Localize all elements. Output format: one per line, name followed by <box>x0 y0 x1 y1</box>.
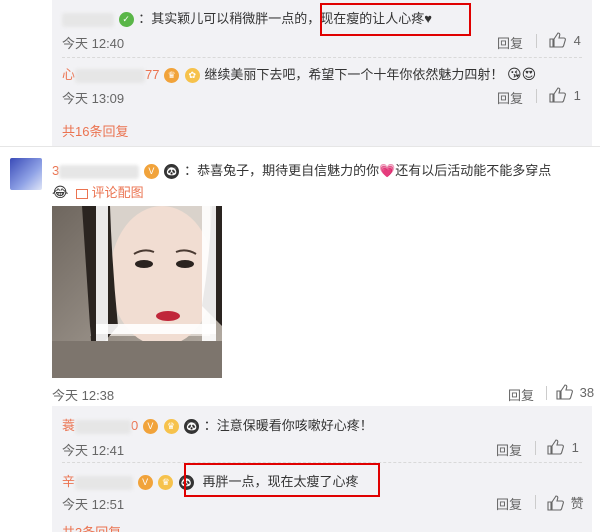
comment-line-2: 😂 评论配图 <box>52 182 144 201</box>
emoji-icon: 😘😍 <box>507 66 537 82</box>
portrait-photo <box>52 206 222 378</box>
more-replies-link[interactable]: 共16条回复 <box>62 121 128 140</box>
action-divider <box>536 89 537 103</box>
username-blur <box>62 12 114 27</box>
thread2-reply-1-like-count: 1 <box>571 440 579 455</box>
comment-image-link[interactable]: 评论配图 <box>92 185 144 200</box>
thread2-reply-1-reply-button[interactable]: 回复 <box>496 440 522 459</box>
reply-divider <box>62 57 582 58</box>
laugh-emoji-icon: 😂 <box>52 184 69 200</box>
reply-2-like-button[interactable]: 1 <box>549 87 581 103</box>
vip-badge-icon: V <box>143 164 159 180</box>
username-blur <box>75 419 132 434</box>
reply-1-like-button[interactable]: 4 <box>549 32 581 48</box>
username-blur <box>75 475 134 490</box>
comment-reply-button[interactable]: 回复 <box>508 385 534 404</box>
thumbs-up-icon <box>547 495 564 511</box>
reply-2-text-row: 心 77 ♛ ✿ 继续美丽下去吧，希望下一个十年你依然魅力四射！ 😘😍 <box>62 64 537 84</box>
thumbs-up-icon <box>549 87 566 103</box>
action-divider <box>535 441 536 455</box>
commenter-username[interactable]: 3 <box>52 163 140 179</box>
verified-icon: ✓ <box>118 12 134 28</box>
thumbs-up-icon <box>549 32 566 48</box>
comment-text-row: 3 V 🐼 ：恭喜兔子，期待更自信魅力的你💗还有以后活动能不能多穿点 <box>52 160 552 180</box>
comment-separator <box>0 146 600 147</box>
reply-1-reply-button[interactable]: 回复 <box>497 33 523 52</box>
thread2-reply-2-like-button[interactable]: 赞 <box>547 493 584 512</box>
comment-image[interactable] <box>52 206 222 378</box>
reply-2-reply-button[interactable]: 回复 <box>497 88 523 107</box>
reply-1-like-count: 4 <box>573 33 581 48</box>
vip-badge-icon: ♛ <box>164 68 180 84</box>
reply-2-text: 继续美丽下去吧，希望下一个十年你依然魅力四射！ <box>204 67 504 82</box>
fan-badge-icon: ♛ <box>158 475 174 491</box>
commenter-avatar[interactable] <box>10 158 42 190</box>
username-blur <box>59 164 140 179</box>
thumbs-up-icon <box>556 384 573 400</box>
vip-badge-icon: V <box>142 419 158 435</box>
reply-2-time: 今天 13:09 <box>62 91 125 106</box>
thread2-reply-1-time: 今天 12:41 <box>62 443 125 458</box>
image-icon <box>75 188 88 199</box>
fan-badge-icon: ♛ <box>163 419 179 435</box>
fan-badge-icon: ✿ <box>184 68 200 84</box>
action-divider <box>535 495 536 509</box>
action-divider <box>546 386 547 400</box>
comment-text: ：恭喜兔子，期待更自信魅力的你💗还有以后活动能不能多穿点 <box>184 163 552 178</box>
vip-badge-icon: V <box>137 475 153 491</box>
thread2-reply-2-username[interactable]: 辛 <box>62 474 134 490</box>
panda-icon: 🐼 <box>164 164 180 180</box>
comment-time: 今天 12:38 <box>52 388 115 403</box>
more-replies-link[interactable]: 共3条回复 <box>62 522 121 532</box>
thread2-reply-2-time: 今天 12:51 <box>62 497 125 512</box>
highlight-box-2 <box>184 463 380 497</box>
thread2-reply-1-text-row: 蓑0 V ♛ 🐼 ：注意保暖看你咳嗽好心疼！ <box>62 415 373 435</box>
action-divider <box>536 34 537 48</box>
thread2-reply-1-like-button[interactable]: 1 <box>547 439 579 455</box>
thread2-reply-1-username[interactable]: 蓑0 <box>62 418 138 434</box>
thumbs-up-icon <box>547 439 564 455</box>
thread2-reply-2-like-label: 赞 <box>570 496 584 511</box>
reply-1-time: 今天 12:40 <box>62 36 125 51</box>
username-blur <box>75 68 146 83</box>
highlight-box-1 <box>320 3 471 36</box>
comment-like-count: 38 <box>579 385 595 400</box>
panda-icon: 🐼 <box>184 419 200 435</box>
reply-2-username[interactable]: 心 77 <box>62 67 159 83</box>
thread2-reply-1-text: ：注意保暖看你咳嗽好心疼！ <box>203 418 373 433</box>
reply-2-like-count: 1 <box>573 88 581 103</box>
comment-like-button[interactable]: 38 <box>556 384 594 400</box>
thread2-reply-2-reply-button[interactable]: 回复 <box>496 494 522 513</box>
reply-1-username[interactable] <box>62 11 118 27</box>
